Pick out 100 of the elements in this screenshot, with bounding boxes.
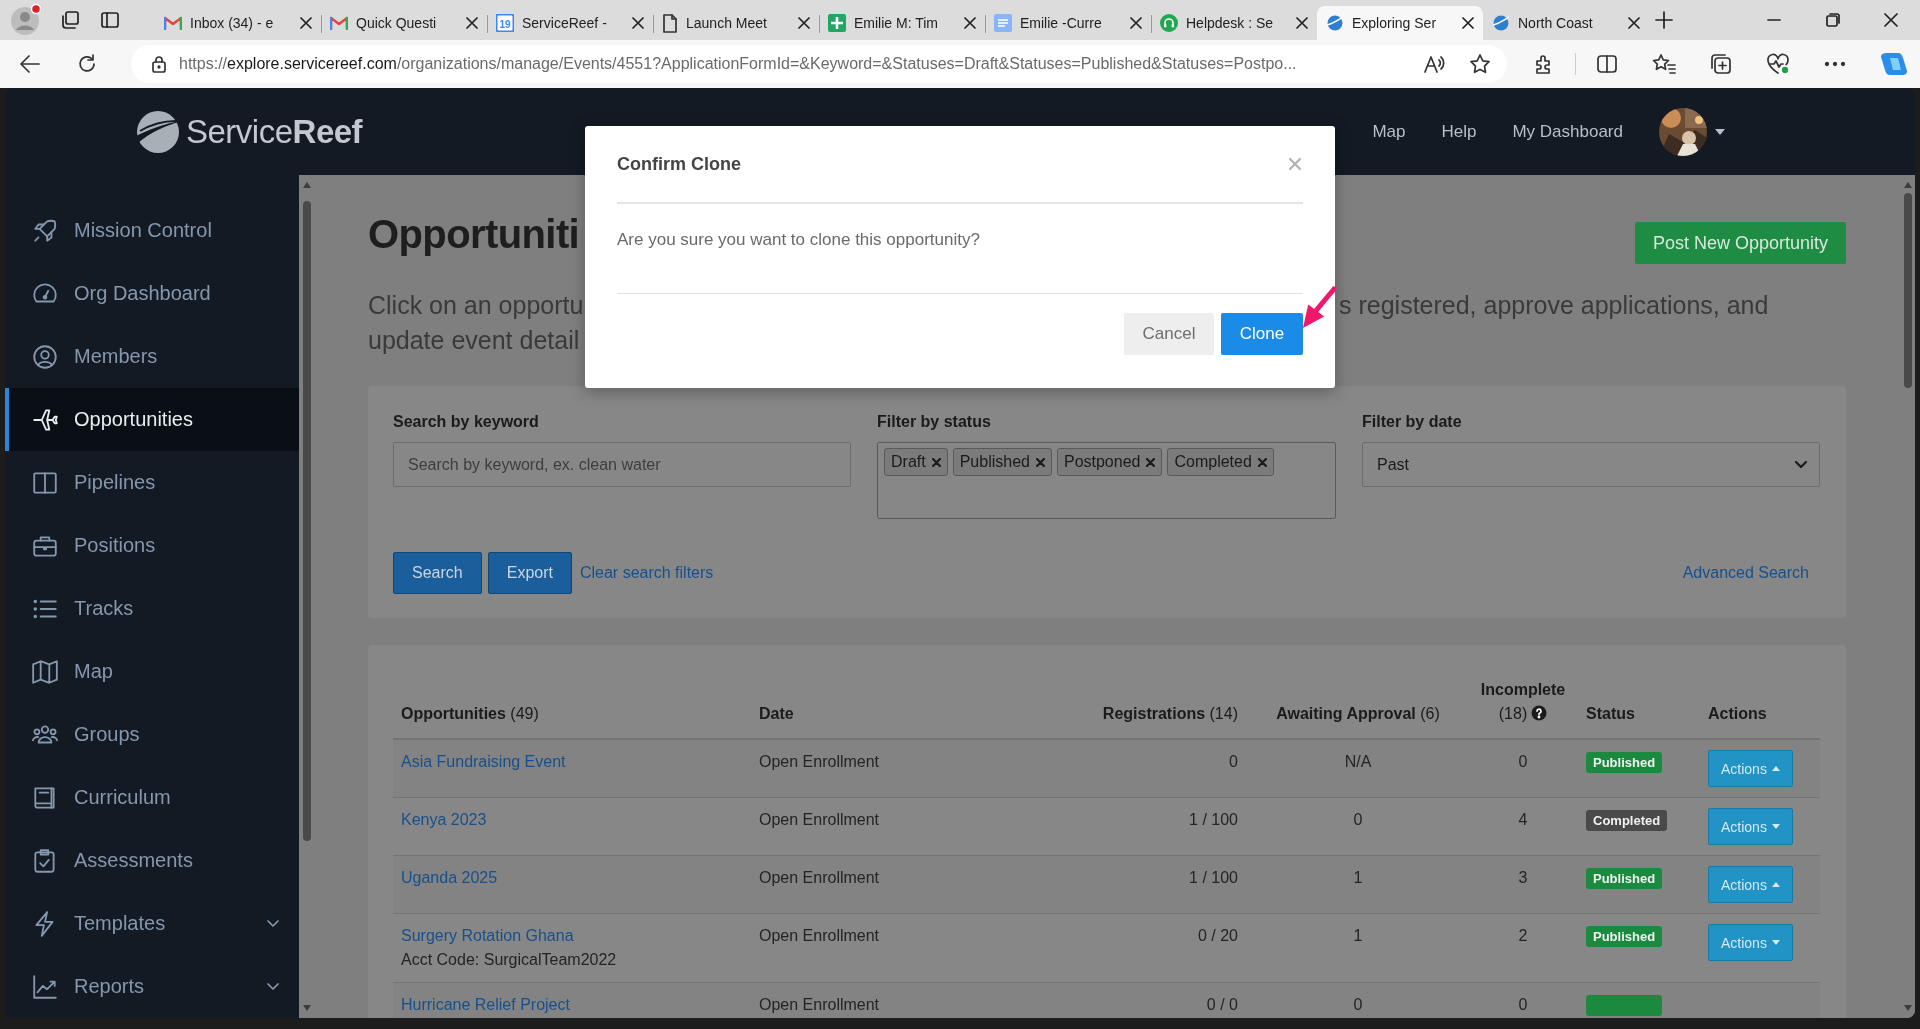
- post-opportunity-button[interactable]: Post New Opportunity: [1634, 222, 1846, 264]
- close-icon[interactable]: [300, 17, 312, 29]
- sidebar-item[interactable]: Tracks: [5, 577, 299, 640]
- health-icon[interactable]: [1766, 53, 1790, 75]
- browser-tab[interactable]: North Coast: [1483, 6, 1649, 40]
- browser-tab[interactable]: 19 ServiceReef -: [487, 6, 653, 40]
- close-icon[interactable]: [1628, 17, 1640, 29]
- chevron-down-icon[interactable]: [267, 919, 279, 928]
- column-header: Awaiting Approval (6): [1276, 705, 1440, 722]
- filter-button[interactable]: Search: [393, 552, 482, 594]
- browser-tab[interactable]: Launch Meet: [653, 6, 819, 40]
- nav-link[interactable]: My Dashboard: [1512, 121, 1623, 142]
- sidebar-item[interactable]: Opportunities: [5, 388, 299, 451]
- intro-text: s registered, approve applications, and: [1339, 290, 1770, 321]
- field-label: Search by keyword: [393, 412, 540, 432]
- close-icon[interactable]: [1130, 17, 1142, 29]
- status-filter-field[interactable]: Draft Published Postponed Completed: [877, 442, 1336, 519]
- favorites-icon[interactable]: [1652, 53, 1676, 75]
- sidebar-item[interactable]: Pipelines: [5, 451, 299, 514]
- status-tag[interactable]: Completed: [1167, 448, 1274, 476]
- column-header: Date: [759, 705, 794, 722]
- sidebar-item[interactable]: Assessments: [5, 829, 299, 892]
- sidebar-item[interactable]: Templates: [5, 892, 299, 955]
- close-icon[interactable]: [466, 17, 478, 29]
- close-icon[interactable]: [1462, 17, 1474, 29]
- chevron-down-icon[interactable]: [267, 982, 279, 991]
- remove-icon[interactable]: [1257, 457, 1267, 467]
- restore-icon[interactable]: [1826, 13, 1840, 27]
- field-label: Filter by date: [1362, 412, 1463, 432]
- scroll-up-icon[interactable]: [1902, 181, 1913, 189]
- status-tag[interactable]: Postponed: [1056, 448, 1163, 476]
- status-badge: Completed: [1586, 810, 1668, 831]
- date-filter-select[interactable]: Past: [1362, 442, 1820, 487]
- browser-tab[interactable]: Helpdesk : Se: [1151, 6, 1317, 40]
- keyword-search-field[interactable]: Search by keyword, ex. clean water: [393, 442, 851, 487]
- browser-tab[interactable]: Inbox (34) - e: [155, 6, 321, 40]
- close-icon[interactable]: [964, 17, 976, 29]
- status-tag[interactable]: Draft: [884, 448, 948, 476]
- cancel-button[interactable]: Cancel: [1124, 313, 1214, 355]
- status-badge: Published: [1586, 752, 1663, 773]
- intro-text: update event detail: [368, 326, 580, 354]
- browser-tab[interactable]: Emilie M: Tim: [819, 6, 985, 40]
- read-aloud-icon[interactable]: [1423, 54, 1445, 74]
- back-icon[interactable]: [20, 55, 40, 73]
- caret-down-icon[interactable]: [1715, 128, 1725, 135]
- modal-message: Are you sure you want to clone this opportunity?: [617, 230, 980, 250]
- scrollbar-thumb[interactable]: [1903, 193, 1912, 388]
- remove-icon[interactable]: [931, 457, 941, 467]
- date-cell: Open Enrollment: [751, 739, 1060, 798]
- reload-icon[interactable]: [77, 54, 97, 74]
- close-icon[interactable]: [632, 17, 644, 29]
- close-icon[interactable]: [1296, 17, 1308, 29]
- nav-link[interactable]: Help: [1441, 121, 1477, 142]
- scrollbar-thumb[interactable]: [303, 201, 311, 841]
- close-icon[interactable]: [798, 17, 810, 29]
- filter-button[interactable]: Export: [487, 552, 572, 594]
- remove-icon[interactable]: [1146, 457, 1156, 467]
- nav-link[interactable]: Map: [1372, 121, 1406, 142]
- browser-tab[interactable]: Quick Questi: [321, 6, 487, 40]
- scroll-up-icon[interactable]: [302, 181, 312, 189]
- incomplete-cell: 3: [1468, 855, 1578, 914]
- help-icon[interactable]: [1531, 705, 1548, 721]
- address-bar[interactable]: https://explore.servicereef.com/organizations/manage/Events/4551?ApplicationFormId=&Keyword=&Statuses=Draft&Statuses=Published&Statuses=Postpo...: [131, 45, 1507, 83]
- more-icon[interactable]: [1824, 61, 1846, 67]
- clone-button[interactable]: Clone: [1221, 313, 1303, 355]
- mail-icon: [164, 16, 182, 30]
- registrations-cell: 1 / 100: [1060, 855, 1248, 914]
- lock-icon: [151, 55, 167, 73]
- sidebar-item[interactable]: Members: [5, 325, 299, 388]
- close-icon[interactable]: [1884, 13, 1898, 27]
- sidebar-item[interactable]: Curriculum: [5, 766, 299, 829]
- sidebar-item[interactable]: Mission Control: [5, 199, 299, 262]
- new-tab-icon[interactable]: [1655, 11, 1673, 29]
- page-title: Opportuniti: [368, 211, 580, 258]
- workspaces-icon[interactable]: [60, 10, 80, 30]
- globe-icon: [1492, 14, 1510, 32]
- browser-tab[interactable]: Emilie -Curre: [985, 6, 1151, 40]
- browser-tab[interactable]: Exploring Ser: [1317, 6, 1483, 40]
- sidebar-item[interactable]: Groups: [5, 703, 299, 766]
- date-cell: Open Enrollment: [751, 982, 1060, 1018]
- status-tag[interactable]: Published: [952, 448, 1052, 476]
- sidebar-item[interactable]: Org Dashboard: [5, 262, 299, 325]
- scrollbar[interactable]: [299, 175, 315, 1018]
- profile-avatar-icon[interactable]: [10, 4, 42, 36]
- copilot-icon[interactable]: [1880, 50, 1908, 78]
- scroll-down-icon[interactable]: [1902, 1004, 1913, 1012]
- user-circle-icon: [31, 342, 59, 371]
- mail-icon: [330, 16, 348, 30]
- sidebar-item[interactable]: Reports: [5, 955, 299, 1018]
- tab-actions-icon[interactable]: [100, 10, 120, 30]
- globe-icon: [1326, 14, 1344, 32]
- scroll-down-icon[interactable]: [302, 1004, 312, 1012]
- remove-icon[interactable]: [1035, 457, 1045, 467]
- split-screen-icon[interactable]: [1596, 53, 1618, 75]
- sidebar-item[interactable]: Positions: [5, 514, 299, 577]
- awaiting-approval-cell: N/A: [1248, 739, 1468, 798]
- intro-text: Click on an opportu: [368, 290, 584, 321]
- favorite-star-icon[interactable]: [1469, 53, 1491, 75]
- sidebar-item[interactable]: Map: [5, 640, 299, 703]
- collections-icon[interactable]: [1710, 53, 1732, 75]
